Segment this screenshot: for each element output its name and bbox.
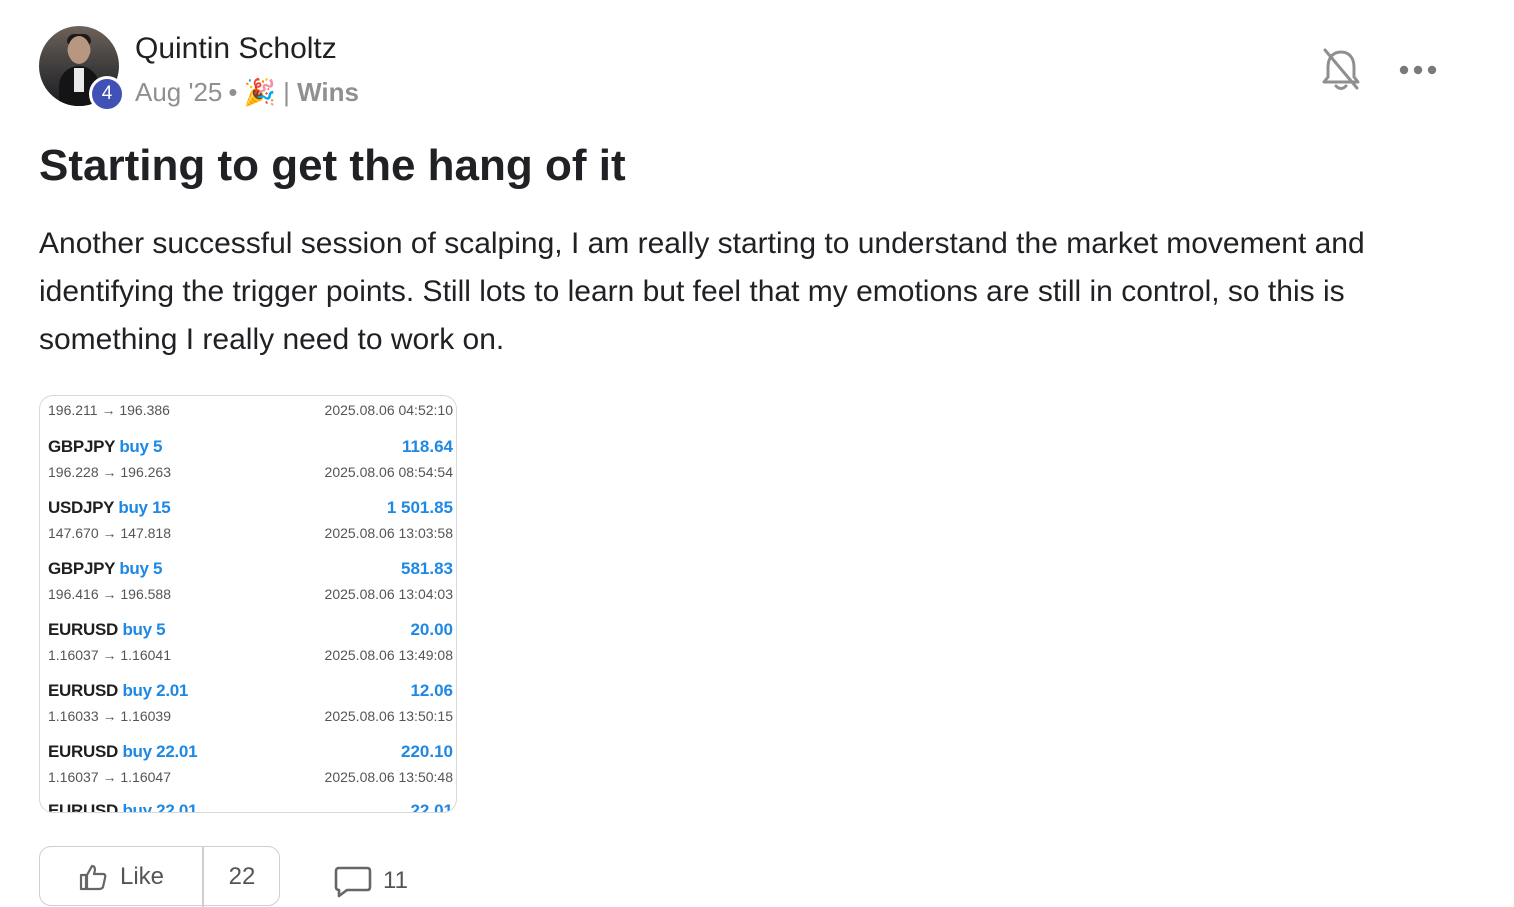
comment-count: 11 <box>383 867 408 894</box>
trade-row: EURUSD buy 5 20.00 1.16037 → 1.16041 202… <box>48 620 453 676</box>
reaction-box: Like 22 <box>39 846 280 907</box>
trade-symbol: EURUSD <box>48 801 118 813</box>
category-emoji: 🎉 <box>243 77 276 107</box>
post-date: Aug '25 <box>135 77 223 107</box>
like-count[interactable]: 22 <box>204 847 280 907</box>
trade-prices: 196.211 → 196.386 <box>48 402 170 418</box>
trade-time: 2025.08.06 08:54:54 <box>324 464 453 480</box>
trade-prices: 196.416 → 196.588 <box>48 586 171 602</box>
trade-time: 2025.08.06 04:52:10 <box>324 402 453 418</box>
trade-profit: 20.00 <box>410 620 453 639</box>
trade-symbol: EURUSD <box>48 742 118 761</box>
trade-time: 2025.08.06 13:03:58 <box>324 525 453 541</box>
trade-symbol: EURUSD <box>48 681 118 700</box>
trade-profit: 12.06 <box>410 681 453 700</box>
post-title: Starting to get the hang of it <box>39 141 626 190</box>
trade-symbol: GBPJPY <box>48 437 115 456</box>
trade-symbol: EURUSD <box>48 620 118 639</box>
trade-prices: 1.16037 → 1.16041 <box>48 647 171 663</box>
comment-icon <box>334 866 372 898</box>
trade-time: 2025.08.06 13:50:48 <box>324 769 453 785</box>
post-meta: Aug '25 • 🎉 | Wins <box>135 77 359 108</box>
bell-off-icon[interactable] <box>1321 46 1361 94</box>
partial-trade-row: 196.211 → 196.386 2025.08.06 04:52:10 <box>48 402 453 422</box>
trade-time: 2025.08.06 13:50:15 <box>324 708 453 724</box>
meta-separator: • <box>228 77 238 107</box>
author-name[interactable]: Quintin Scholtz <box>135 32 337 66</box>
trade-action: buy 5 <box>122 620 166 639</box>
trade-action: buy 5 <box>119 437 163 456</box>
trade-symbol: USDJPY <box>48 498 114 517</box>
trade-action: buy 5 <box>119 559 163 578</box>
trade-prices: 1.16033 → 1.16039 <box>48 708 171 724</box>
trade-prices: 1.16037 → 1.16047 <box>48 769 171 785</box>
post-header: 4 Quintin Scholtz Aug '25 • 🎉 | Wins <box>39 26 1479 112</box>
trade-profit: 22.01 <box>410 801 453 813</box>
trade-row-cut-off: EURUSD buy 22.01 22.01 <box>48 801 453 813</box>
trade-history-image[interactable]: 196.211 → 196.386 2025.08.06 04:52:10 GB… <box>39 395 457 813</box>
post-category[interactable]: Wins <box>297 77 359 107</box>
level-badge: 4 <box>89 76 125 112</box>
post-body: Another successful session of scalping, … <box>39 227 1365 356</box>
trade-action: buy 2.01 <box>122 681 189 700</box>
trade-profit: 220.10 <box>401 742 453 761</box>
category-separator: | <box>283 77 290 107</box>
trade-profit: 118.64 <box>401 437 453 456</box>
trade-action: buy 22.01 <box>122 742 198 761</box>
more-options-icon[interactable] <box>1393 50 1443 90</box>
thumbs-up-icon <box>79 864 107 891</box>
trade-row: GBPJPY buy 5 581.83 196.416 → 196.588 20… <box>48 559 453 615</box>
trade-symbol: GBPJPY <box>48 559 115 578</box>
trade-row: EURUSD buy 22.01 220.10 1.16037 → 1.1604… <box>48 742 453 798</box>
trade-action: buy 15 <box>118 498 171 517</box>
trade-row: GBPJPY buy 5 118.64 196.228 → 196.263 20… <box>48 437 453 493</box>
trade-time: 2025.08.06 13:04:03 <box>324 586 453 602</box>
trade-action: buy 22.01 <box>122 801 198 813</box>
trade-time: 2025.08.06 13:49:08 <box>324 647 453 663</box>
like-label: Like <box>120 863 165 890</box>
avatar-shirt <box>74 68 84 92</box>
comment-button[interactable]: 11 <box>333 864 408 898</box>
trade-prices: 147.670 → 147.818 <box>48 525 171 541</box>
trade-profit: 581.83 <box>401 559 453 578</box>
like-button[interactable]: Like <box>40 847 202 907</box>
post-actions: Like 22 11 <box>39 846 739 907</box>
trade-profit: 1 501.85 <box>386 498 453 517</box>
trade-prices: 196.228 → 196.263 <box>48 464 171 480</box>
trade-row: EURUSD buy 2.01 12.06 1.16033 → 1.16039 … <box>48 681 453 737</box>
trade-row: USDJPY buy 15 1 501.85 147.670 → 147.818… <box>48 498 453 554</box>
avatar-head <box>68 36 90 64</box>
